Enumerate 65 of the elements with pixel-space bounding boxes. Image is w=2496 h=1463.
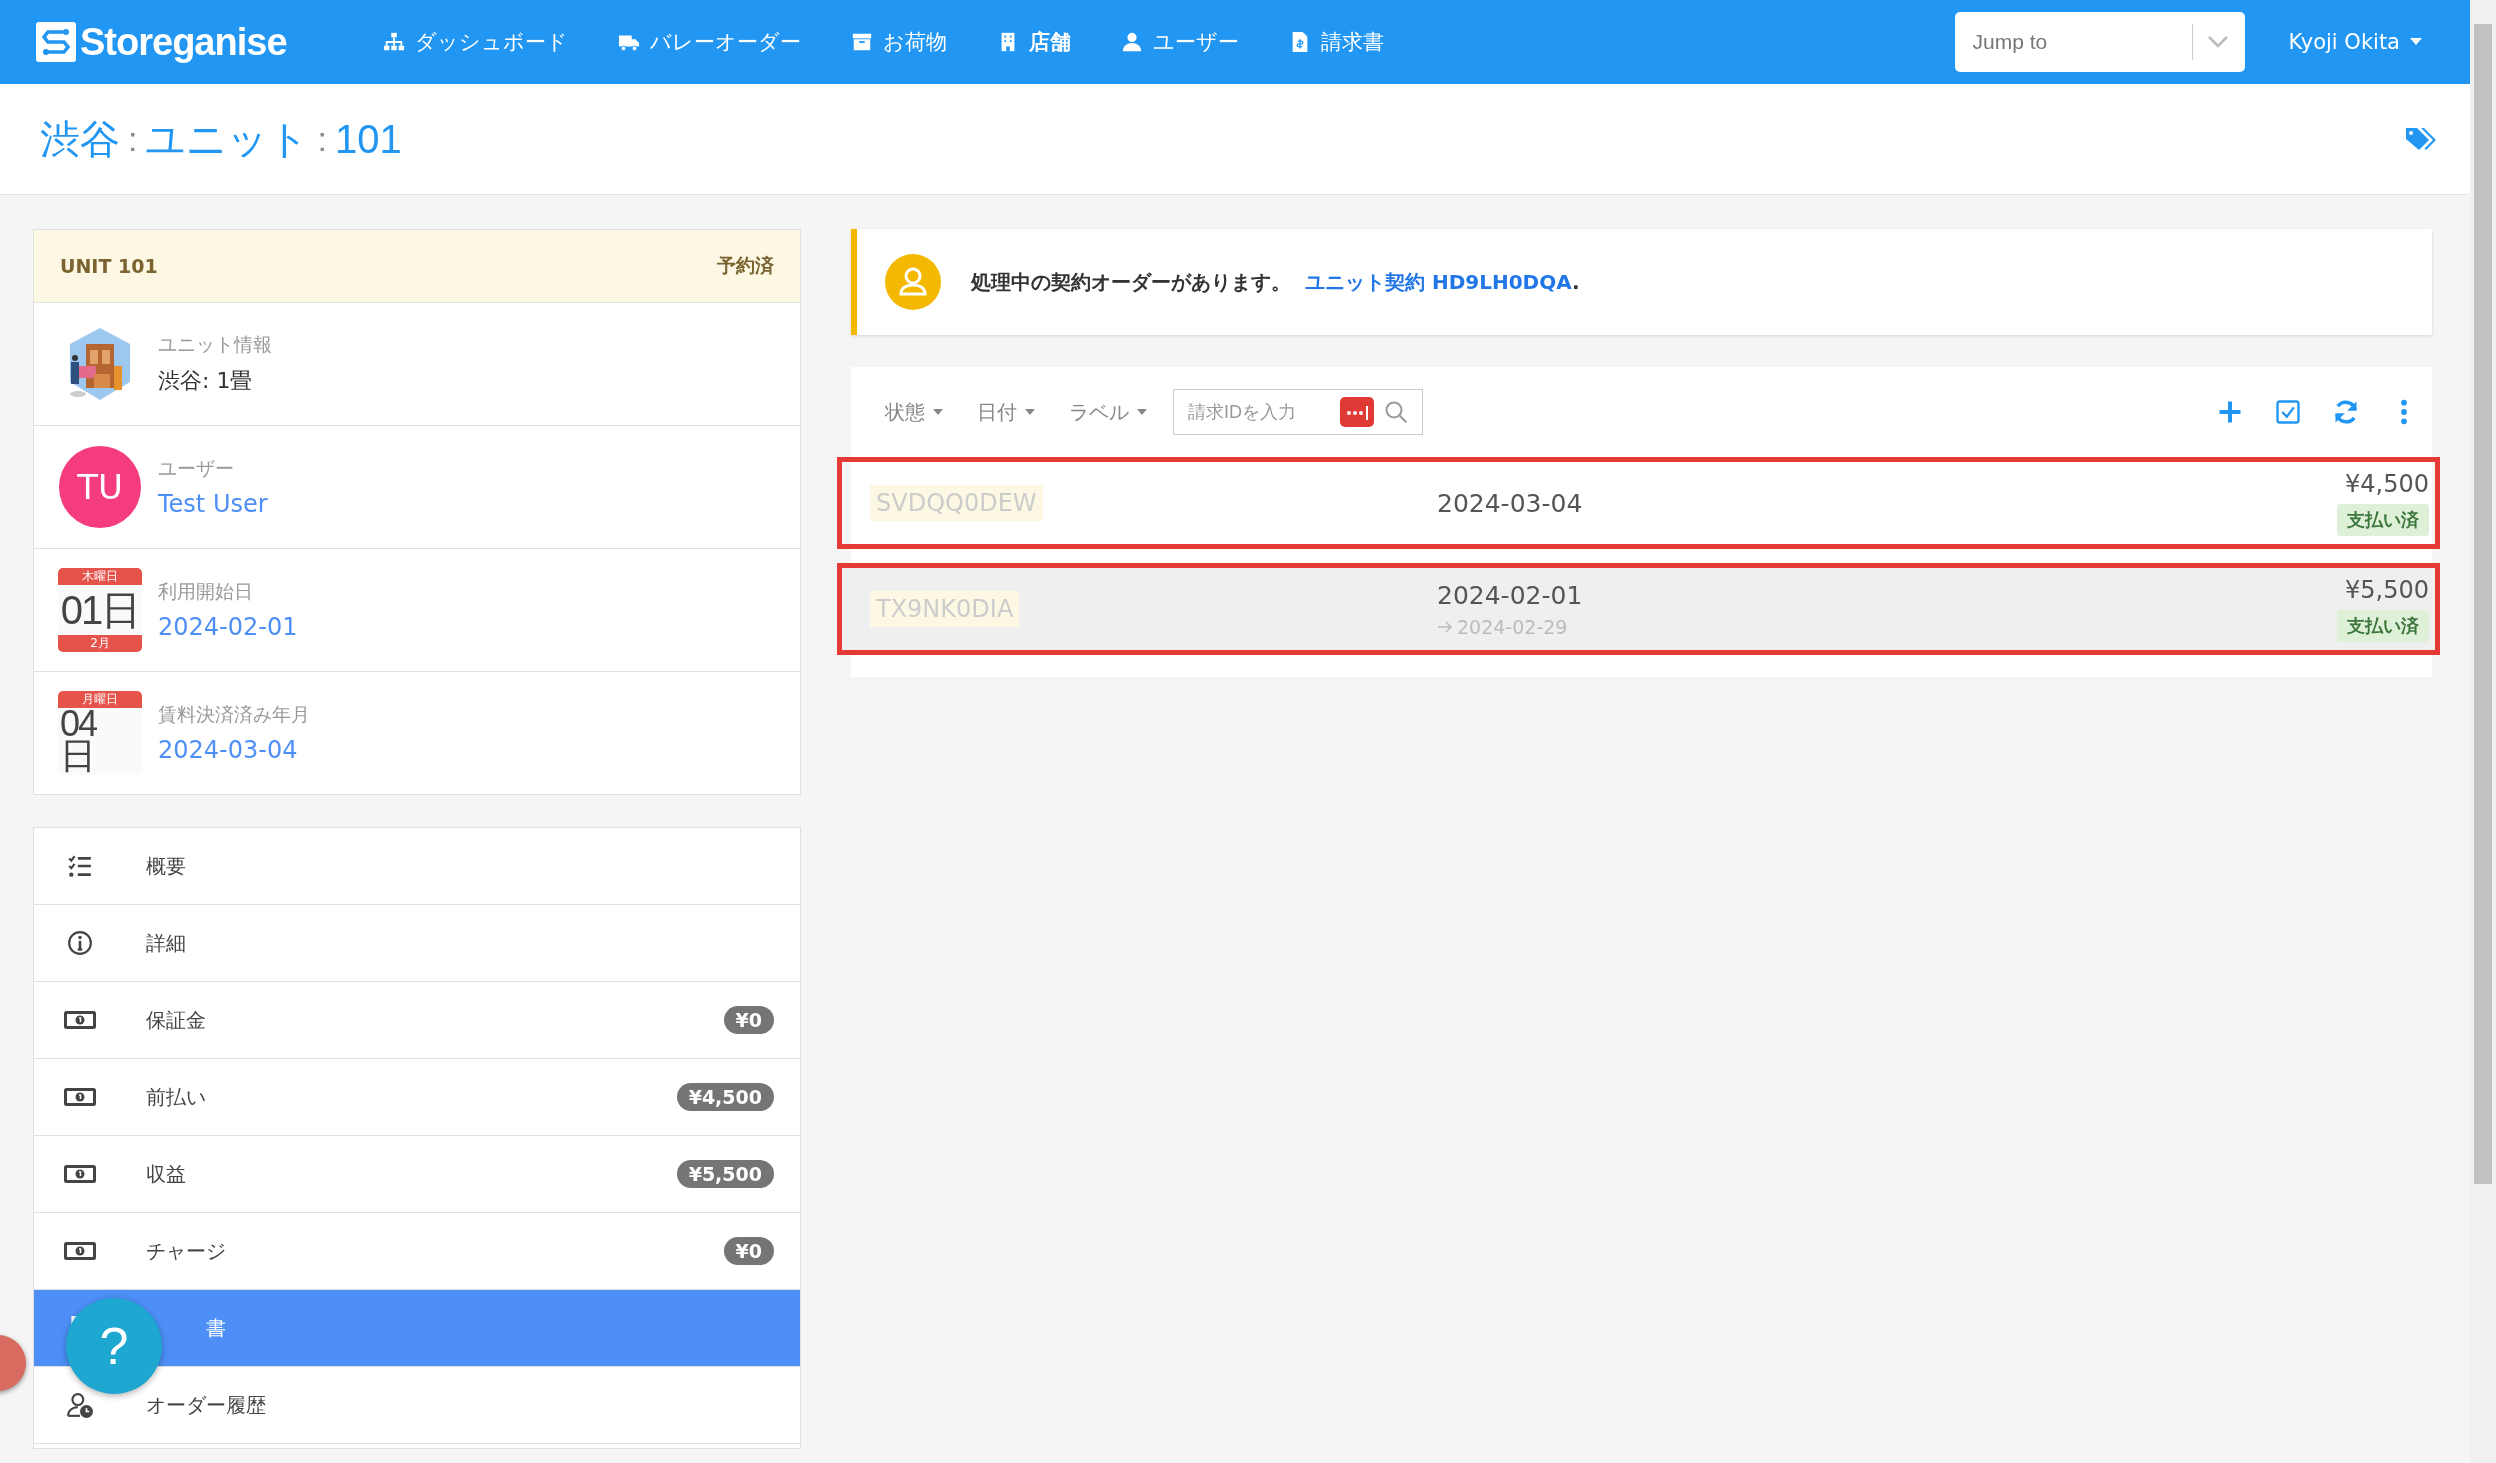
menu-item[interactable]: 収益 ¥5,500 <box>34 1136 800 1213</box>
calendar-icon: 月曜日 04日 <box>58 691 142 775</box>
refresh-icon[interactable] <box>2332 398 2360 426</box>
field-value[interactable]: 2024-03-04 <box>158 736 310 764</box>
chevron-down-icon <box>2206 35 2229 49</box>
caret-icon <box>1025 409 1035 415</box>
nav-link[interactable]: お荷物 <box>850 28 947 56</box>
arrow-right-icon <box>1437 620 1453 633</box>
tags-icon[interactable] <box>2404 126 2436 152</box>
status-badge: 支払い済 <box>2337 610 2429 642</box>
logo-text: Storeganise <box>80 20 287 64</box>
box-icon <box>850 31 873 53</box>
contract-link[interactable]: ユニット契約 HD9LH0DQA <box>1305 269 1573 294</box>
checkbox-icon[interactable] <box>2274 398 2302 426</box>
caret-icon <box>1137 409 1147 415</box>
user-menu[interactable]: Kyoji Okita <box>2288 30 2422 54</box>
calendar-icon: 木曜日 01日 2月 <box>58 568 142 652</box>
caret-icon <box>2410 38 2422 46</box>
scrollbar[interactable] <box>2470 0 2496 1463</box>
field-label: ユーザー <box>158 456 235 481</box>
amount-badge: ¥5,500 <box>676 1160 774 1188</box>
search-box[interactable]: 請求IDを入力 <box>1173 389 1423 435</box>
user-icon <box>1120 31 1143 53</box>
field-label: ユニット情報 <box>158 332 272 357</box>
notice-text: 処理中の契約オーダーがあります。 ユニット契約 HD9LH0DQA. <box>971 268 1580 296</box>
breadcrumb-link[interactable]: 101 <box>334 116 402 162</box>
invoice-date: 2024-03-04 <box>1437 488 1584 518</box>
nav-link[interactable]: 店舗 <box>996 28 1071 56</box>
avatar: TU <box>59 446 141 528</box>
breadcrumb-separator: : <box>317 119 327 159</box>
invoice-amount: ¥5,500 <box>2345 576 2429 604</box>
caret-icon <box>933 409 943 415</box>
breadcrumb-separator: : <box>128 119 138 159</box>
search-icon <box>1384 400 1408 424</box>
sitemap-icon <box>382 31 405 53</box>
status-badge: 支払い済 <box>2337 504 2429 536</box>
nav-link[interactable]: ダッシュボード <box>382 28 568 56</box>
menu-item[interactable]: 概要 <box>34 828 800 905</box>
breadcrumb-link[interactable]: ユニット <box>145 111 310 167</box>
field-value[interactable]: 2024-02-01 <box>158 613 298 641</box>
jump-to-dropdown[interactable]: Jump to <box>1954 12 2245 72</box>
nav-link[interactable]: 請求書 <box>1288 28 1384 56</box>
field-label: 利用開始日 <box>158 579 254 604</box>
password-manager-icon <box>1340 397 1374 427</box>
filter-dropdown[interactable]: 状態 <box>885 398 943 426</box>
filter-dropdown[interactable]: 日付 <box>977 398 1035 426</box>
amount-badge: ¥0 <box>723 1006 774 1034</box>
user-icon <box>885 254 941 310</box>
amount-badge: ¥4,500 <box>676 1083 774 1111</box>
status-label: 予約済 <box>717 253 774 278</box>
invoice-date: 2024-02-01 <box>1437 580 1584 610</box>
filter-dropdown[interactable]: ラベル <box>1069 398 1147 426</box>
breadcrumb-link[interactable]: 渋谷 <box>40 111 120 167</box>
invoice-amount: ¥4,500 <box>2345 470 2429 498</box>
field-value[interactable]: Test User <box>158 490 268 518</box>
unit-title: UNIT 101 <box>60 255 158 277</box>
field-value: 渋谷: 1畳 <box>158 367 254 395</box>
amount-badge: ¥0 <box>723 1237 774 1265</box>
logo-icon <box>36 22 76 62</box>
nav-link[interactable]: ユーザー <box>1120 28 1239 56</box>
menu-item[interactable]: 保証金 ¥0 <box>34 982 800 1059</box>
menu-item[interactable]: 詳細 <box>34 905 800 982</box>
menu-item[interactable]: 前払い ¥4,500 <box>34 1059 800 1136</box>
nav-link[interactable]: バレーオーダー <box>617 28 801 56</box>
field-label: 賃料決済済み年月 <box>158 702 310 727</box>
